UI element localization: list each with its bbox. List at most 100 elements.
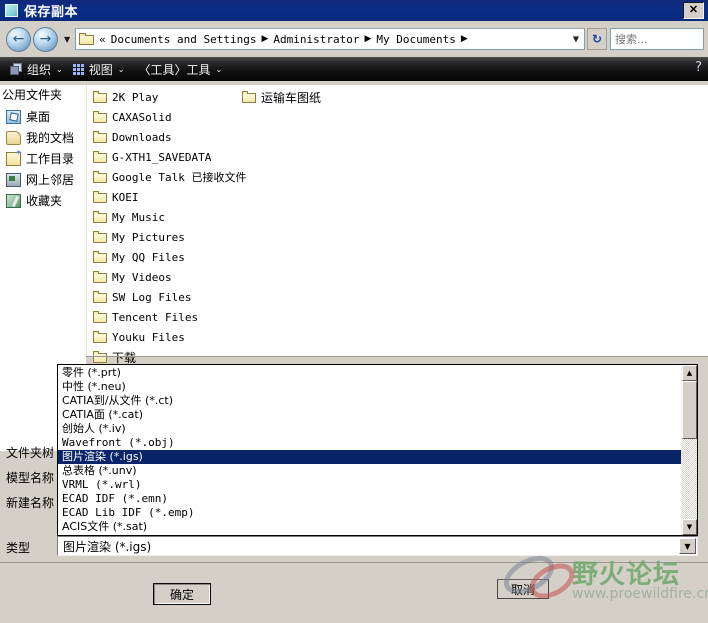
folder-icon (93, 90, 108, 104)
list-item[interactable]: My Music (93, 207, 246, 227)
type-option[interactable]: 总表格 (*.unv) (58, 464, 681, 478)
list-item-label: G-XTH1_SAVEDATA (112, 150, 212, 164)
folder-icon (93, 110, 108, 124)
list-item-label: CAXASolid (112, 110, 172, 124)
list-item[interactable]: CAXASolid (93, 107, 246, 127)
sidebar-item-my-documents-label: 我的文档 (26, 131, 75, 145)
list-item[interactable]: 运输车图纸 (242, 87, 321, 107)
type-option[interactable]: 零件 (*.prt) (58, 366, 681, 380)
type-option-selected[interactable]: 图片渲染 (*.igs) (58, 450, 681, 464)
help-cursor-icon[interactable]: ? (695, 60, 702, 75)
breadcrumb-item-2[interactable]: My Documents (375, 33, 456, 46)
sidebar-item-network-neighborhood-label: 网上邻居 (26, 173, 75, 187)
file-list-pane[interactable]: 2K Play CAXASolid Downloads G-XTH1_SAVED… (86, 85, 708, 365)
folder-icon (242, 90, 257, 104)
ok-button[interactable]: 确定 (153, 583, 211, 605)
back-arrow-icon[interactable]: ← (6, 26, 31, 52)
file-column-1: 2K Play CAXASolid Downloads G-XTH1_SAVED… (93, 87, 246, 367)
type-option[interactable]: CATIA到/从文件 (*.ct) (58, 394, 681, 408)
address-bar[interactable]: « Documents and Settings ▶ Administrator… (75, 28, 585, 50)
type-option[interactable]: ECAD IDF (*.emn) (58, 492, 681, 506)
breadcrumb-overflow[interactable]: « (99, 33, 106, 46)
file-column-2: 运输车图纸 (242, 87, 321, 107)
list-item[interactable]: My QQ Files (93, 247, 246, 267)
desktop-icon (6, 109, 21, 124)
list-item[interactable]: My Pictures (93, 227, 246, 247)
breadcrumb-item-1[interactable]: Administrator (272, 33, 360, 46)
scroll-up-icon[interactable]: ▲ (682, 365, 697, 381)
chevron-down-icon[interactable]: ▼ (679, 538, 696, 554)
chevron-right-icon: ▶ (364, 34, 372, 44)
list-item-label: My Pictures (112, 230, 185, 244)
type-dropdown-options: 零件 (*.prt) 中性 (*.neu) CATIA到/从文件 (*.ct) … (58, 365, 681, 535)
chevron-down-icon: ⌄ (215, 64, 223, 74)
type-option[interactable]: ACIS文件 (*.sat) (58, 520, 681, 534)
breadcrumb: « Documents and Settings ▶ Administrator… (99, 33, 472, 46)
folder-icon (93, 270, 108, 284)
folder-icon (93, 250, 108, 264)
list-item-label: 运输车图纸 (261, 90, 322, 105)
scrollbar-thumb[interactable] (682, 381, 697, 439)
cancel-button[interactable]: 取消 (497, 579, 549, 599)
scroll-down-icon[interactable]: ▼ (682, 519, 697, 535)
folder-icon (93, 170, 108, 184)
list-item-label: Youku Files (112, 330, 185, 344)
folder-icon (93, 310, 108, 324)
refresh-icon[interactable]: ↻ (587, 28, 607, 50)
list-item[interactable]: G-XTH1_SAVEDATA (93, 147, 246, 167)
chevron-down-icon[interactable]: ▼ (64, 35, 70, 44)
list-item[interactable]: Google Talk 已接收文件 (93, 167, 246, 187)
sidebar-item-my-documents[interactable]: 我的文档 (0, 127, 86, 148)
list-item-label: My Videos (112, 270, 172, 284)
list-item[interactable]: KOEI (93, 187, 246, 207)
type-combobox[interactable]: 图片渲染 (*.igs) ▼ (57, 536, 698, 556)
sidebar-item-desktop[interactable]: 桌面 (0, 106, 86, 127)
network-neighborhood-icon (6, 172, 21, 187)
type-dropdown-scrollbar[interactable]: ▲ ▼ (681, 365, 697, 535)
type-option[interactable]: 创始人 (*.iv) (58, 422, 681, 436)
list-item[interactable]: 2K Play (93, 87, 246, 107)
folder-icon (79, 32, 95, 46)
toolbar-item-view-label: 视图 (88, 62, 113, 77)
window-title: 保存副本 (24, 5, 79, 20)
my-documents-icon (6, 130, 21, 145)
type-option[interactable]: VRML (*.wrl) (58, 478, 681, 492)
address-dropdown-icon[interactable]: ▼ (573, 35, 579, 44)
type-option[interactable]: 中性 (*.neu) (58, 380, 681, 394)
document-square-icon (5, 4, 18, 17)
label-new-name: 新建名称 (6, 496, 55, 510)
list-item[interactable]: My Videos (93, 267, 246, 287)
sidebar-item-network-neighborhood[interactable]: 网上邻居 (0, 169, 86, 190)
toolbar-item-tools[interactable]: 〈工具〉工具 ⌄ (134, 61, 222, 78)
scrollbar-track[interactable] (682, 381, 697, 519)
label-folder-tree[interactable]: 文件夹树 (6, 444, 54, 461)
toolbar-item-tools-label: 〈工具〉工具 (138, 62, 211, 77)
folder-icon (93, 190, 108, 204)
forward-arrow-icon[interactable]: → (33, 26, 58, 52)
type-option[interactable]: ECAD Lib IDF (*.emp) (58, 506, 681, 520)
close-button[interactable]: ✕ (683, 2, 704, 19)
type-option[interactable]: CATIA面 (*.cat) (58, 408, 681, 422)
type-combobox-value: 图片渲染 (*.igs) (63, 539, 152, 554)
folder-icon (93, 210, 108, 224)
list-item[interactable]: Tencent Files (93, 307, 246, 327)
toolbar-item-view[interactable]: 视图 ⌄ (72, 61, 124, 78)
list-item-label: Google Talk 已接收文件 (112, 171, 247, 184)
sidebar-item-working-directory-label: 工作目录 (26, 152, 75, 166)
type-dropdown-list[interactable]: 零件 (*.prt) 中性 (*.neu) CATIA到/从文件 (*.ct) … (57, 364, 698, 536)
toolbar-item-organize[interactable]: 组织 ⌄ (10, 61, 63, 78)
folder-icon (93, 330, 108, 344)
sidebar-item-favorites[interactable]: 收藏夹 (0, 190, 86, 211)
navigation-bar: ← → ▼ « Documents and Settings ▶ Adminis… (0, 21, 708, 57)
list-item-label: My QQ Files (112, 250, 185, 264)
list-item[interactable]: Youku Files (93, 327, 246, 347)
chevron-right-icon[interactable]: ▶ (461, 34, 468, 44)
sidebar-item-working-directory[interactable]: 工作目录 (0, 148, 86, 169)
list-item[interactable]: SW Log Files (93, 287, 246, 307)
list-item-label: My Music (112, 210, 165, 224)
list-item[interactable]: Downloads (93, 127, 246, 147)
breadcrumb-item-0[interactable]: Documents and Settings (110, 33, 258, 46)
search-input[interactable] (611, 31, 703, 47)
type-option[interactable]: Wavefront (*.obj) (58, 436, 681, 450)
search-box[interactable] (610, 28, 704, 50)
